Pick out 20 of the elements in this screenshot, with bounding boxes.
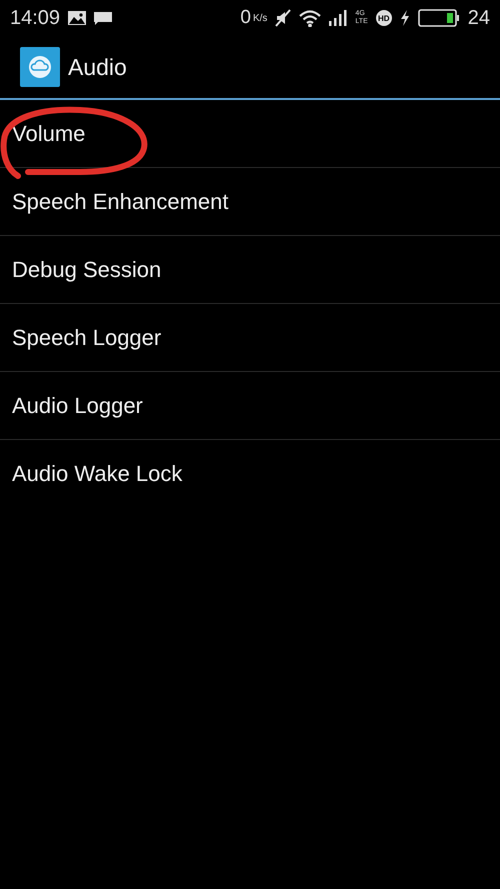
lightning-icon (400, 10, 410, 26)
cloud-icon (20, 47, 60, 87)
list-item[interactable]: Audio Wake Lock (12, 460, 182, 486)
battery-percent: 24 (468, 6, 490, 30)
mute-icon (275, 9, 292, 27)
battery-icon (418, 9, 460, 27)
speed-unit: K/s (252, 12, 268, 24)
network-speed: 0 (240, 7, 251, 29)
list-item[interactable]: Speech Logger (12, 324, 162, 350)
clock-time: 14:09 (10, 6, 60, 30)
hd-badge: HD (376, 10, 392, 26)
wifi-icon (299, 10, 322, 26)
screen-title: Audio (68, 54, 127, 80)
list-item[interactable]: Audio Logger (12, 392, 143, 418)
list-item[interactable]: Speech Enhancement (12, 188, 228, 214)
list-item[interactable]: Volume (12, 120, 86, 146)
image-icon (68, 11, 86, 25)
list-item[interactable]: Debug Session (12, 256, 162, 282)
signal-icon (329, 10, 348, 26)
message-icon (94, 11, 112, 25)
